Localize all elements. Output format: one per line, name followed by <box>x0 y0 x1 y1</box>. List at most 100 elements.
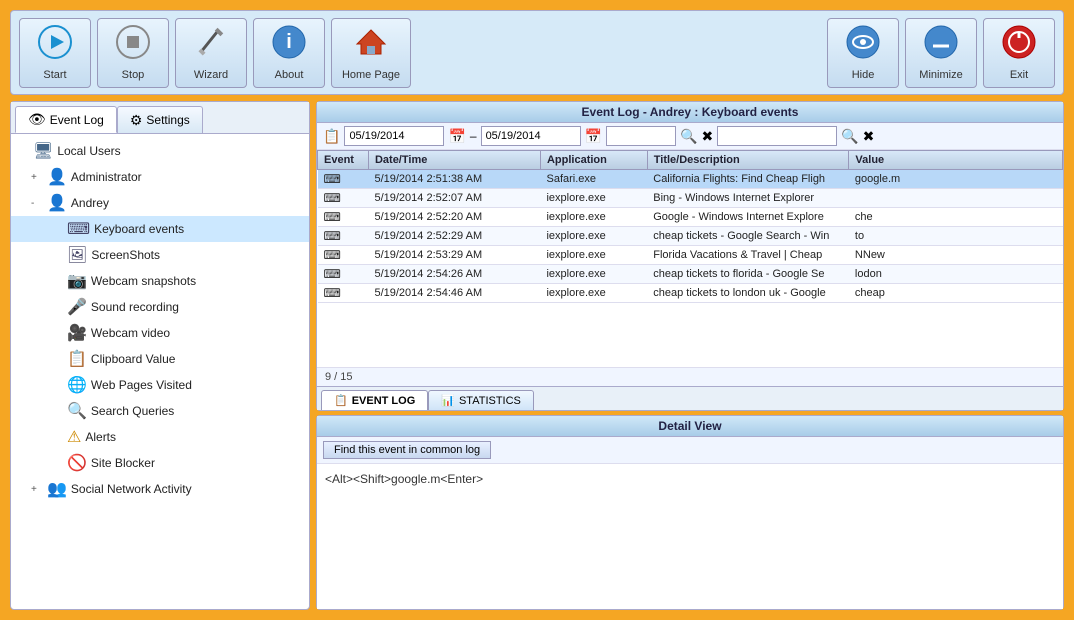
app-filter-input[interactable] <box>606 126 676 146</box>
row-value: cheap <box>849 284 1063 303</box>
clear-title-icon[interactable]: ✖ <box>863 128 875 145</box>
row-datetime: 5/19/2014 2:51:38 AM <box>368 170 540 189</box>
row-title: Google - Windows Internet Explore <box>647 208 849 227</box>
date-separator: – <box>470 129 477 143</box>
row-event-icon: ⌨ <box>318 170 369 189</box>
calendar-icon-from[interactable]: 📅 <box>448 128 465 145</box>
bottom-tab-eventlog[interactable]: 📋 EVENT LOG <box>321 390 428 410</box>
date-from-input[interactable] <box>344 126 444 146</box>
row-datetime: 5/19/2014 2:52:20 AM <box>368 208 540 227</box>
detail-toolbar: Find this event in common log <box>317 437 1063 464</box>
table-row[interactable]: ⌨ 5/19/2014 2:54:26 AM iexplore.exe chea… <box>318 265 1063 284</box>
toolbar: Start Stop <box>10 10 1064 95</box>
bottom-tab-statistics[interactable]: 📊 STATISTICS <box>428 390 534 410</box>
web-pages-label: Web Pages Visited <box>91 378 192 392</box>
tree-item-webcam-video[interactable]: 🎥 Webcam video <box>11 320 309 346</box>
content-area: 👁 Event Log ⚙ Settings 🖥 Local Users + <box>10 101 1064 610</box>
start-button[interactable]: Start <box>19 18 91 88</box>
tree-item-alerts[interactable]: ⚠ Alerts <box>11 424 309 450</box>
search-icon: 🔍 <box>67 401 87 421</box>
col-title-header: Title/Description <box>647 151 849 170</box>
col-value-header: Value <box>849 151 1063 170</box>
social-icon: 👥 <box>47 479 67 499</box>
tree-item-andrey[interactable]: - 👤 Andrey <box>11 190 309 216</box>
tab-eventlog[interactable]: 👁 Event Log <box>15 106 117 133</box>
toolbar-left: Start Stop <box>19 18 827 88</box>
row-datetime: 5/19/2014 2:52:29 AM <box>368 227 540 246</box>
minimize-button[interactable]: Minimize <box>905 18 977 88</box>
andrey-label: Andrey <box>71 196 109 210</box>
tree-item-webcam-snap[interactable]: 📷 Webcam snapshots <box>11 268 309 294</box>
alerts-icon: ⚠ <box>67 427 81 447</box>
filter-title-icon[interactable]: 🔍 <box>841 128 858 145</box>
col-datetime-header: Date/Time <box>368 151 540 170</box>
stop-button[interactable]: Stop <box>97 18 169 88</box>
screenshots-icon: 🖼 <box>67 245 87 265</box>
tree-item-social[interactable]: + 👥 Social Network Activity <box>11 476 309 502</box>
table-row[interactable]: ⌨ 5/19/2014 2:52:20 AM iexplore.exe Goog… <box>318 208 1063 227</box>
keyboard-icon: ⌨ <box>67 219 90 239</box>
tree-item-screenshots[interactable]: 🖼 ScreenShots <box>11 242 309 268</box>
tree-item-clipboard[interactable]: 📋 Clipboard Value <box>11 346 309 372</box>
tree-item-search[interactable]: 🔍 Search Queries <box>11 398 309 424</box>
tree-item-local-users[interactable]: 🖥 Local Users <box>11 138 309 164</box>
tree-item-keyboard[interactable]: ⌨ Keyboard events <box>11 216 309 242</box>
row-app: iexplore.exe <box>540 265 647 284</box>
sound-label: Sound recording <box>91 300 179 314</box>
tab-settings[interactable]: ⚙ Settings <box>117 106 203 133</box>
event-log-panel: Event Log - Andrey : Keyboard events 📋 📅… <box>316 101 1064 411</box>
table-row[interactable]: ⌨ 5/19/2014 2:52:07 AM iexplore.exe Bing… <box>318 189 1063 208</box>
local-users-icon: 🖥 <box>33 141 53 161</box>
table-row[interactable]: ⌨ 5/19/2014 2:52:29 AM iexplore.exe chea… <box>318 227 1063 246</box>
eventlog-icon: 👁 <box>28 111 46 128</box>
pagination: 9 / 15 <box>317 367 1063 386</box>
stop-label: Stop <box>122 69 145 81</box>
wizard-button[interactable]: Wizard <box>175 18 247 88</box>
tab-eventlog-label: Event Log <box>50 113 104 127</box>
exit-button[interactable]: Exit <box>983 18 1055 88</box>
table-row[interactable]: ⌨ 5/19/2014 2:53:29 AM iexplore.exe Flor… <box>318 246 1063 265</box>
row-event-icon: ⌨ <box>318 227 369 246</box>
tree-item-site-blocker[interactable]: 🚫 Site Blocker <box>11 450 309 476</box>
date-to-input[interactable] <box>481 126 581 146</box>
left-panel: 👁 Event Log ⚙ Settings 🖥 Local Users + <box>10 101 310 610</box>
tree-item-administrator[interactable]: + 👤 Administrator <box>11 164 309 190</box>
detail-content: <Alt><Shift>google.m<Enter> <box>317 464 1063 609</box>
tree-item-web-pages[interactable]: 🌐 Web Pages Visited <box>11 372 309 398</box>
screenshots-label: ScreenShots <box>91 248 160 262</box>
eventlog-tab-icon: 📋 <box>334 394 348 407</box>
tree: 🖥 Local Users + 👤 Administrator - 👤 Andr… <box>11 134 309 609</box>
wizard-icon <box>193 24 229 67</box>
filter-bar: 📋 📅 – 📅 🔍 ✖ 🔍 ✖ <box>317 123 1063 150</box>
clear-filter-icon[interactable]: ✖ <box>701 128 713 145</box>
table-row[interactable]: ⌨ 5/19/2014 2:54:46 AM iexplore.exe chea… <box>318 284 1063 303</box>
tree-item-sound[interactable]: 🎤 Sound recording <box>11 294 309 320</box>
about-button[interactable]: i About <box>253 18 325 88</box>
row-value: google.m <box>849 170 1063 189</box>
alerts-label: Alerts <box>85 430 116 444</box>
hide-button[interactable]: Hide <box>827 18 899 88</box>
statistics-tab-icon: 📊 <box>441 394 455 407</box>
row-app: iexplore.exe <box>540 189 647 208</box>
find-event-button[interactable]: Find this event in common log <box>323 441 491 459</box>
svg-text:i: i <box>286 31 292 53</box>
title-filter-input[interactable] <box>717 126 837 146</box>
detail-view-title: Detail View <box>317 416 1063 437</box>
table-row[interactable]: ⌨ 5/19/2014 2:51:38 AM Safari.exe Califo… <box>318 170 1063 189</box>
row-event-icon: ⌨ <box>318 189 369 208</box>
minimize-icon <box>923 24 959 67</box>
homepage-button[interactable]: Home Page <box>331 18 411 88</box>
filter-app-icon[interactable]: 🔍 <box>680 128 697 145</box>
tab-settings-label: Settings <box>146 113 189 127</box>
expand-icon: - <box>31 198 47 209</box>
local-users-label: Local Users <box>57 144 120 158</box>
webcam-video-label: Webcam video <box>91 326 170 340</box>
calendar-icon-to[interactable]: 📅 <box>585 128 602 145</box>
row-app: Safari.exe <box>540 170 647 189</box>
event-table: Event Date/Time Application Title/Descri… <box>317 150 1063 367</box>
col-app-header: Application <box>540 151 647 170</box>
webcam-snap-icon: 📷 <box>67 271 87 291</box>
clipboard-icon: 📋 <box>67 349 87 369</box>
hide-label: Hide <box>852 69 875 81</box>
minimize-label: Minimize <box>919 69 962 81</box>
